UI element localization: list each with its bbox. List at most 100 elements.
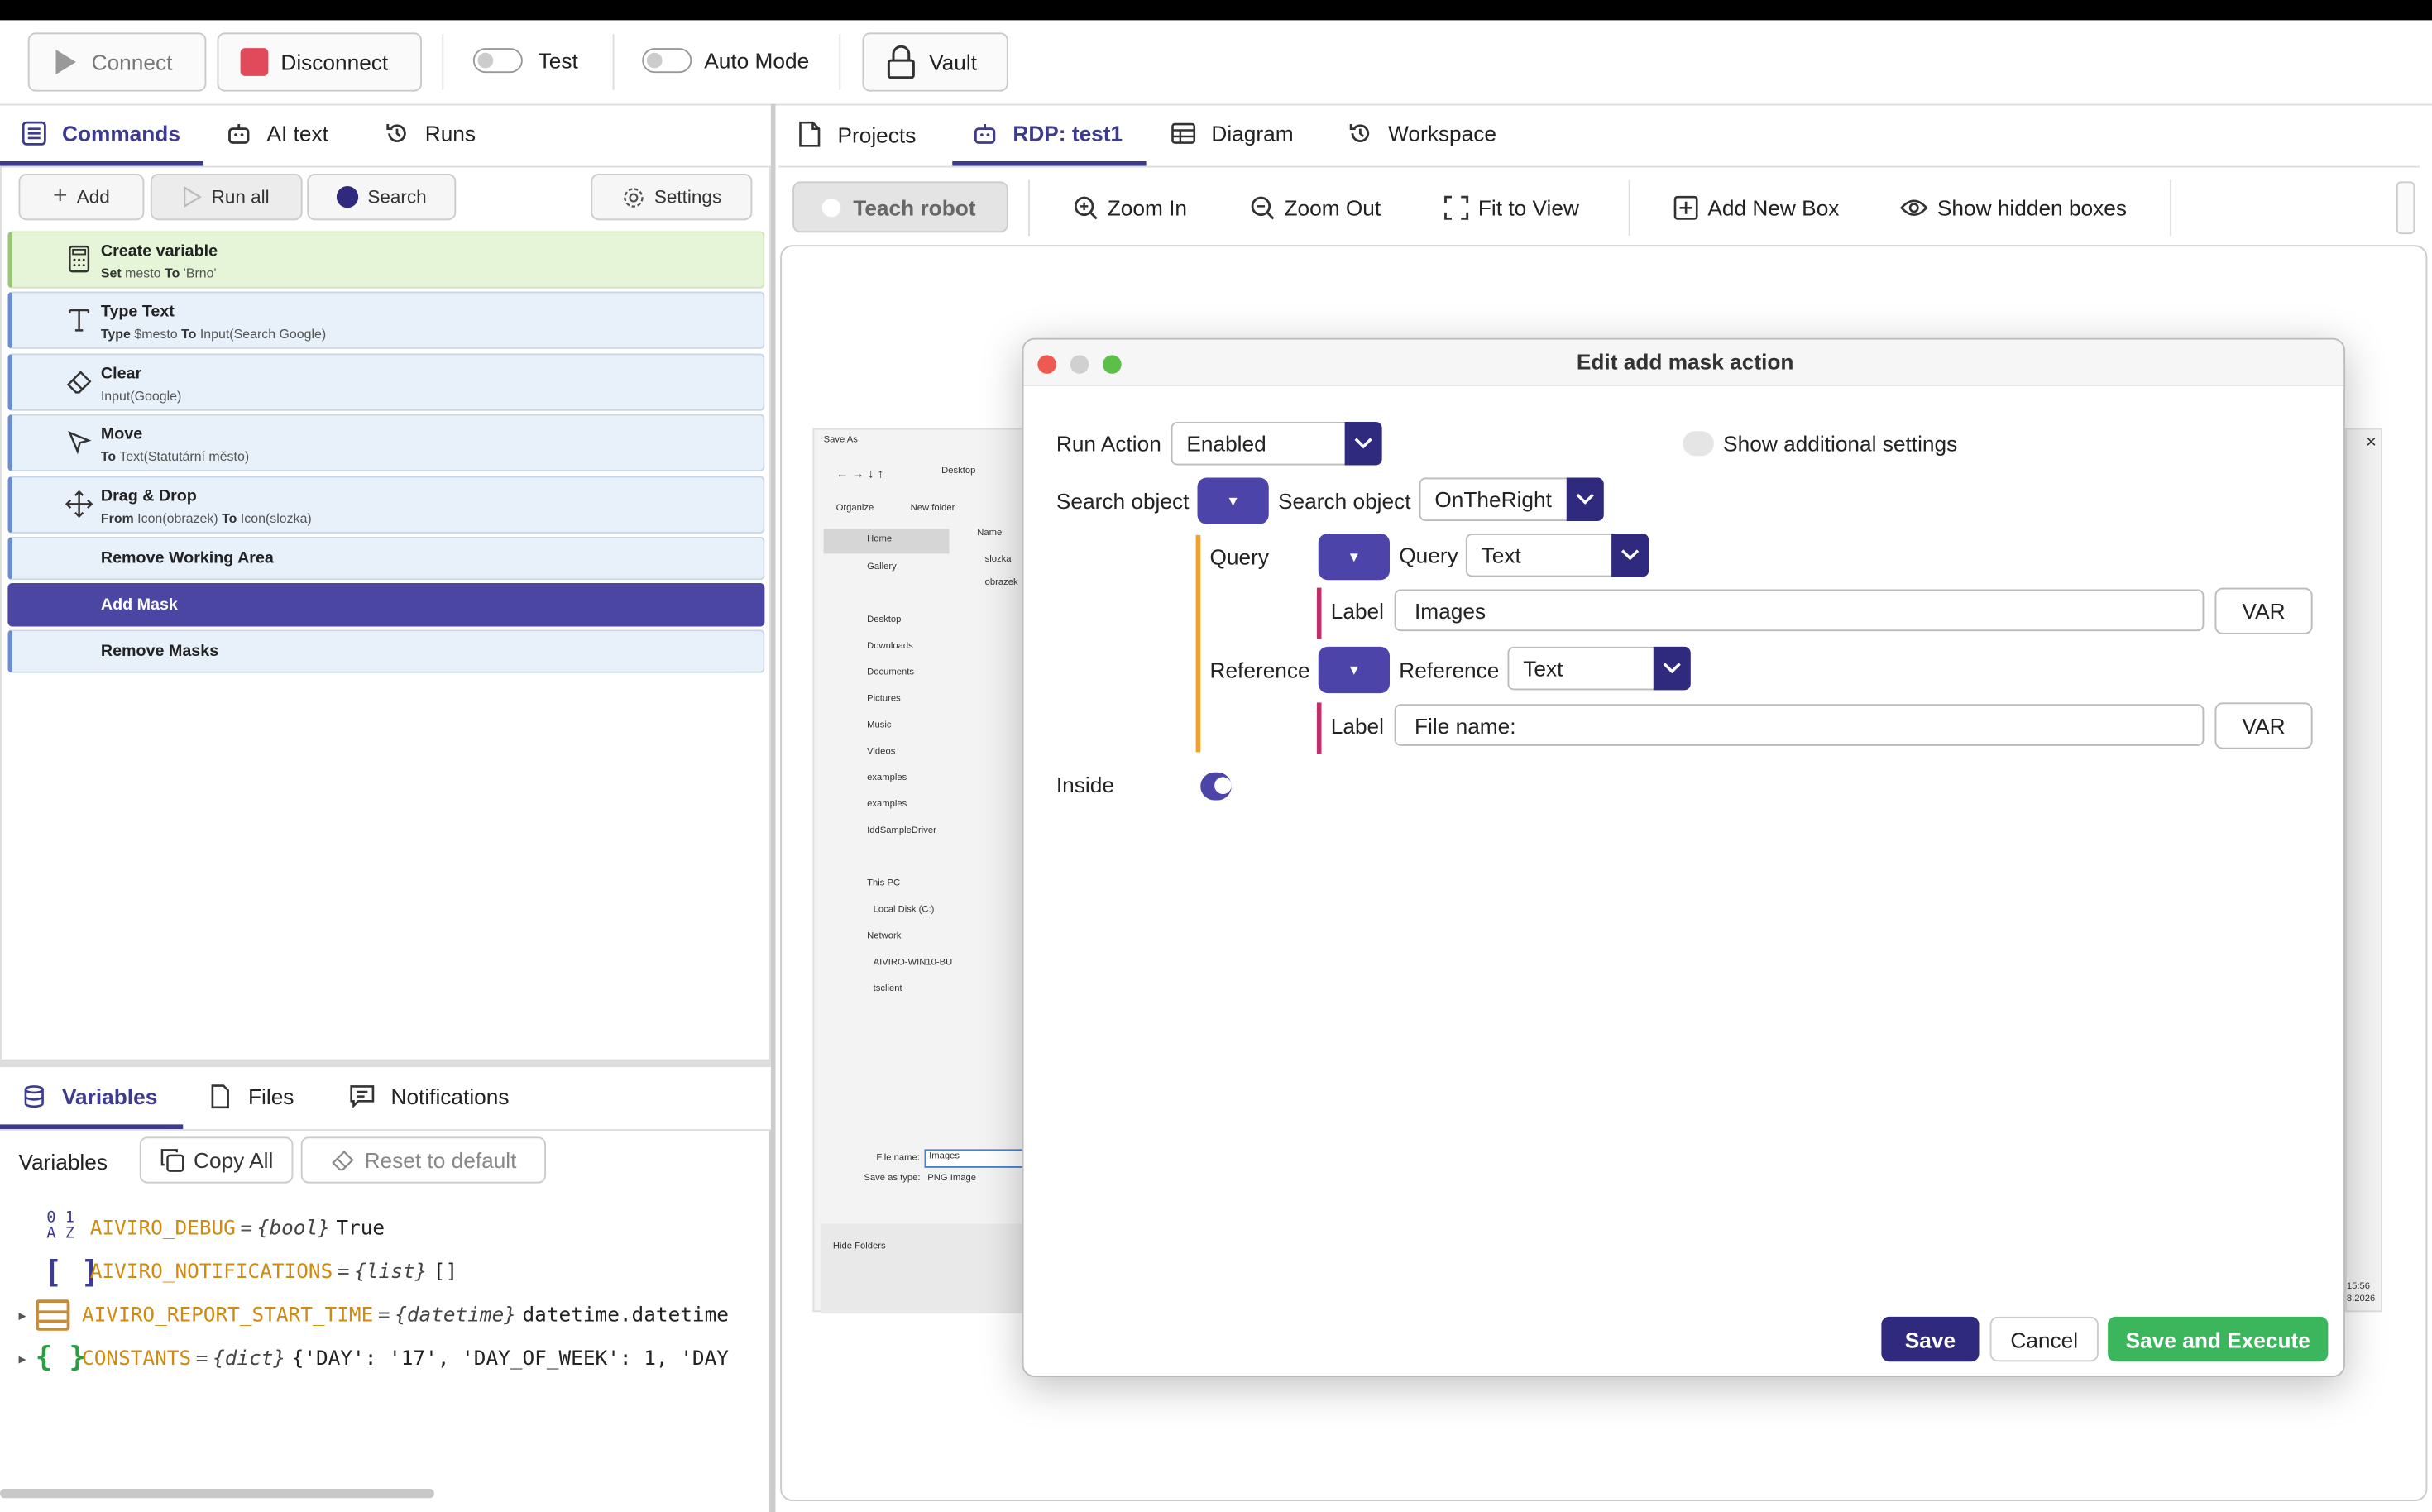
chevron-down-icon — [1344, 422, 1382, 466]
nav-item: Downloads — [867, 642, 913, 652]
teach-robot-button[interactable]: Teach robot — [792, 181, 1008, 233]
zoom-out-button[interactable]: Zoom Out — [1250, 183, 1381, 232]
connect-button[interactable]: Connect — [27, 32, 207, 92]
eye-icon — [1899, 199, 1928, 216]
tab-variables[interactable]: Variables — [22, 1084, 157, 1109]
show-additional-toggle[interactable] — [1683, 431, 1714, 457]
play-icon — [55, 50, 76, 74]
cancel-button[interactable]: Cancel — [1989, 1316, 2099, 1362]
collapse-button[interactable]: ▼ — [1197, 477, 1269, 524]
command-row[interactable]: Remove Working Area — [7, 536, 765, 581]
expand-icon[interactable]: ▶ — [19, 1309, 26, 1323]
panel-splitter[interactable] — [0, 1060, 771, 1067]
stop-icon — [240, 48, 269, 76]
nav-item: examples — [867, 800, 907, 810]
database-icon — [24, 1085, 44, 1108]
command-row[interactable]: Type Text Type $mesto To Input(Search Go… — [7, 291, 765, 349]
command-row[interactable]: Move To Text(Statutární město) — [7, 414, 765, 471]
history-icon — [386, 124, 406, 142]
list-icon: [ ] — [43, 1253, 100, 1290]
show-hidden-boxes-button[interactable]: Show hidden boxes — [1899, 183, 2127, 232]
zoom-in-button[interactable]: Zoom In — [1074, 183, 1187, 232]
query-select[interactable]: Text — [1465, 534, 1649, 577]
file-name-label: File name: — [876, 1154, 920, 1164]
close-icon: ✕ — [2365, 434, 2377, 450]
dialog-title: Edit add mask action — [1576, 348, 1794, 374]
command-row[interactable]: Clear Input(Google) — [7, 353, 765, 411]
var-button[interactable]: VAR — [2214, 587, 2313, 634]
bool-icon: 0 1A Z — [46, 1209, 75, 1242]
robot-icon — [228, 124, 250, 144]
copy-all-button[interactable]: Copy All — [139, 1136, 294, 1184]
save-and-execute-button[interactable]: Save and Execute — [2108, 1316, 2329, 1362]
inside-label: Inside — [1056, 772, 1114, 797]
tab-diagram[interactable]: Diagram — [1171, 121, 1294, 146]
divider — [2170, 179, 2171, 236]
tab-rdp[interactable]: RDP: test1 — [973, 121, 1123, 146]
fit-to-view-button[interactable]: Fit to View — [1444, 183, 1579, 232]
tab-notifications[interactable]: Notifications — [349, 1084, 509, 1109]
tab-ai-text[interactable]: AI text — [227, 121, 328, 146]
tab-runs[interactable]: Runs — [385, 121, 476, 146]
horizontal-scrollbar[interactable] — [0, 1489, 434, 1499]
label-1: Label — [1330, 598, 1384, 624]
robot-icon — [974, 124, 996, 144]
tab-workspace[interactable]: Workspace — [1348, 121, 1496, 146]
toggle-switch[interactable] — [472, 48, 523, 74]
settings-button[interactable]: Settings — [591, 174, 753, 221]
nav-item: Videos — [867, 747, 896, 757]
toggle-switch[interactable] — [642, 48, 692, 74]
toggle-switch[interactable] — [821, 198, 841, 217]
expand-icon[interactable]: ▶ — [19, 1352, 26, 1366]
test-toggle[interactable]: Test — [472, 48, 578, 74]
divider — [769, 1130, 771, 1512]
var-button[interactable]: VAR — [2214, 702, 2313, 749]
reset-to-default-button[interactable]: Reset to default — [300, 1136, 546, 1184]
tab-projects[interactable]: Projects — [797, 121, 916, 147]
edit-add-mask-dialog: Edit add mask action Run Action Enabled … — [1022, 337, 2345, 1377]
nav-item: tsclient — [873, 984, 902, 994]
file-item: slozka — [984, 555, 1012, 565]
search-object-select[interactable]: OnTheRight — [1419, 477, 1604, 521]
toolbar-overflow[interactable] — [2396, 181, 2415, 235]
command-row[interactable]: Remove Masks — [7, 629, 765, 673]
nav-item: Documents — [867, 668, 915, 678]
save-type-value: PNG Image — [927, 1174, 977, 1184]
message-icon — [350, 1085, 375, 1109]
table-icon — [1171, 122, 1196, 144]
datetime-icon — [35, 1299, 70, 1331]
inside-toggle[interactable] — [1200, 772, 1232, 801]
collapse-button[interactable]: ▼ — [1318, 646, 1390, 694]
search-object-group-bar — [1195, 534, 1201, 753]
reference-select[interactable]: Text — [1507, 646, 1691, 691]
disconnect-button[interactable]: Disconnect — [217, 32, 422, 92]
search-commands-button[interactable]: Search — [307, 174, 457, 221]
auto-mode-toggle[interactable]: Auto Mode — [642, 48, 809, 74]
variable-row[interactable]: 0 1A Z AIVIRO_DEBUG = {bool} True — [44, 1209, 385, 1245]
reference-label-input[interactable]: File name: — [1394, 704, 2205, 746]
query-label-input[interactable]: Images — [1394, 589, 2205, 632]
command-row[interactable]: Drag & Drop From Icon(obrazek) To Icon(s… — [7, 476, 765, 534]
search-icon — [336, 186, 359, 208]
fit-icon — [1444, 195, 1469, 220]
command-row[interactable]: Create variable Set mesto To 'Brno' — [7, 231, 765, 289]
variable-row[interactable]: ▶ AIVIRO_REPORT_START_TIME = {datetime} dat… — [19, 1298, 729, 1332]
collapse-button[interactable]: ▼ — [1318, 534, 1390, 581]
vault-button[interactable]: Vault — [862, 32, 1008, 92]
file-icon — [211, 1084, 229, 1109]
tab-files[interactable]: Files — [208, 1084, 294, 1109]
add-new-box-button[interactable]: Add New Box — [1673, 183, 1839, 232]
tab-commands[interactable]: Commands — [22, 121, 180, 146]
variable-row[interactable]: ▶ { } CONSTANTS = {dict} {'DAY': '17', 'DAY… — [19, 1342, 729, 1376]
command-row-selected[interactable]: Add Mask — [7, 583, 765, 627]
nav-item: IddSampleDriver — [867, 826, 936, 836]
document-icon — [799, 121, 821, 147]
zoom-in-icon — [1074, 196, 1098, 220]
save-type-label: Save as type: — [864, 1174, 921, 1184]
run-action-select[interactable]: Enabled — [1171, 422, 1382, 466]
add-command-button[interactable]: + Add — [18, 174, 145, 221]
panel-splitter[interactable] — [770, 103, 776, 1512]
save-button[interactable]: Save — [1881, 1316, 1980, 1362]
run-all-button[interactable]: Run all — [150, 174, 303, 221]
variable-row[interactable]: [ ] AIVIRO_NOTIFICATIONS = {list}[] — [44, 1255, 458, 1289]
